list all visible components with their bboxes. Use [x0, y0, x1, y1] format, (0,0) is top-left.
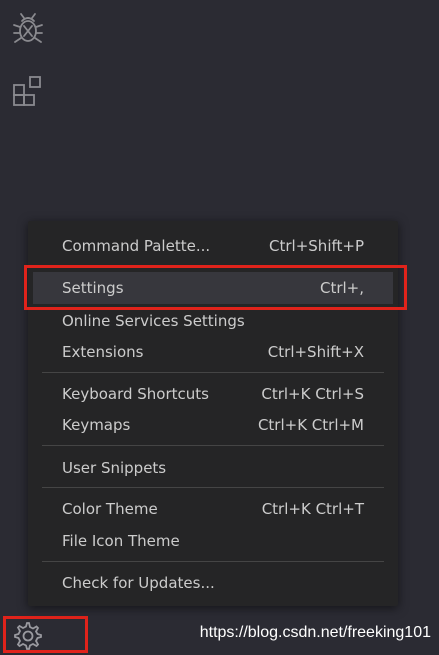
menu-item-keymaps[interactable]: Keymaps Ctrl+K Ctrl+M [33, 409, 393, 441]
menu-separator [42, 445, 384, 446]
menu-item-label: Extensions [62, 343, 144, 361]
menu-item-label: Keyboard Shortcuts [62, 385, 209, 403]
debug-icon[interactable] [10, 10, 46, 46]
menu-separator [42, 487, 384, 488]
menu-item-label: Keymaps [62, 416, 131, 434]
menu-item-file-icon-theme[interactable]: File Icon Theme [33, 525, 393, 557]
menu-item-shortcut: Ctrl+K Ctrl+T [261, 500, 364, 518]
menu-item-label: User Snippets [62, 459, 167, 477]
menu-item-check-for-updates[interactable]: Check for Updates... [33, 567, 393, 599]
menu-item-shortcut: Ctrl+K Ctrl+M [257, 416, 364, 434]
menu-separator [42, 372, 384, 373]
settings-highlight-box [24, 265, 407, 310]
menu-separator [42, 561, 384, 562]
menu-item-label: Command Palette... [62, 237, 211, 255]
menu-item-shortcut: Ctrl+K Ctrl+S [261, 385, 364, 403]
menu-item-label: Check for Updates... [62, 574, 215, 592]
watermark: https://blog.csdn.net/freeking101 [199, 624, 431, 641]
menu-item-command-palette[interactable]: Command Palette... Ctrl+Shift+P [33, 230, 393, 262]
gear-icon [14, 622, 42, 650]
manage-gear-button[interactable] [3, 616, 88, 653]
menu-item-keyboard-shortcuts[interactable]: Keyboard Shortcuts Ctrl+K Ctrl+S [33, 378, 393, 410]
menu-item-color-theme[interactable]: Color Theme Ctrl+K Ctrl+T [33, 493, 393, 525]
menu-item-extensions[interactable]: Extensions Ctrl+Shift+X [33, 336, 393, 368]
menu-item-shortcut: Ctrl+Shift+P [269, 237, 364, 255]
menu-item-user-snippets[interactable]: User Snippets [33, 452, 393, 484]
menu-item-shortcut: Ctrl+Shift+X [267, 343, 364, 361]
extensions-icon[interactable] [10, 74, 46, 110]
menu-item-label: File Icon Theme [62, 532, 180, 550]
menu-item-label: Color Theme [62, 500, 158, 518]
